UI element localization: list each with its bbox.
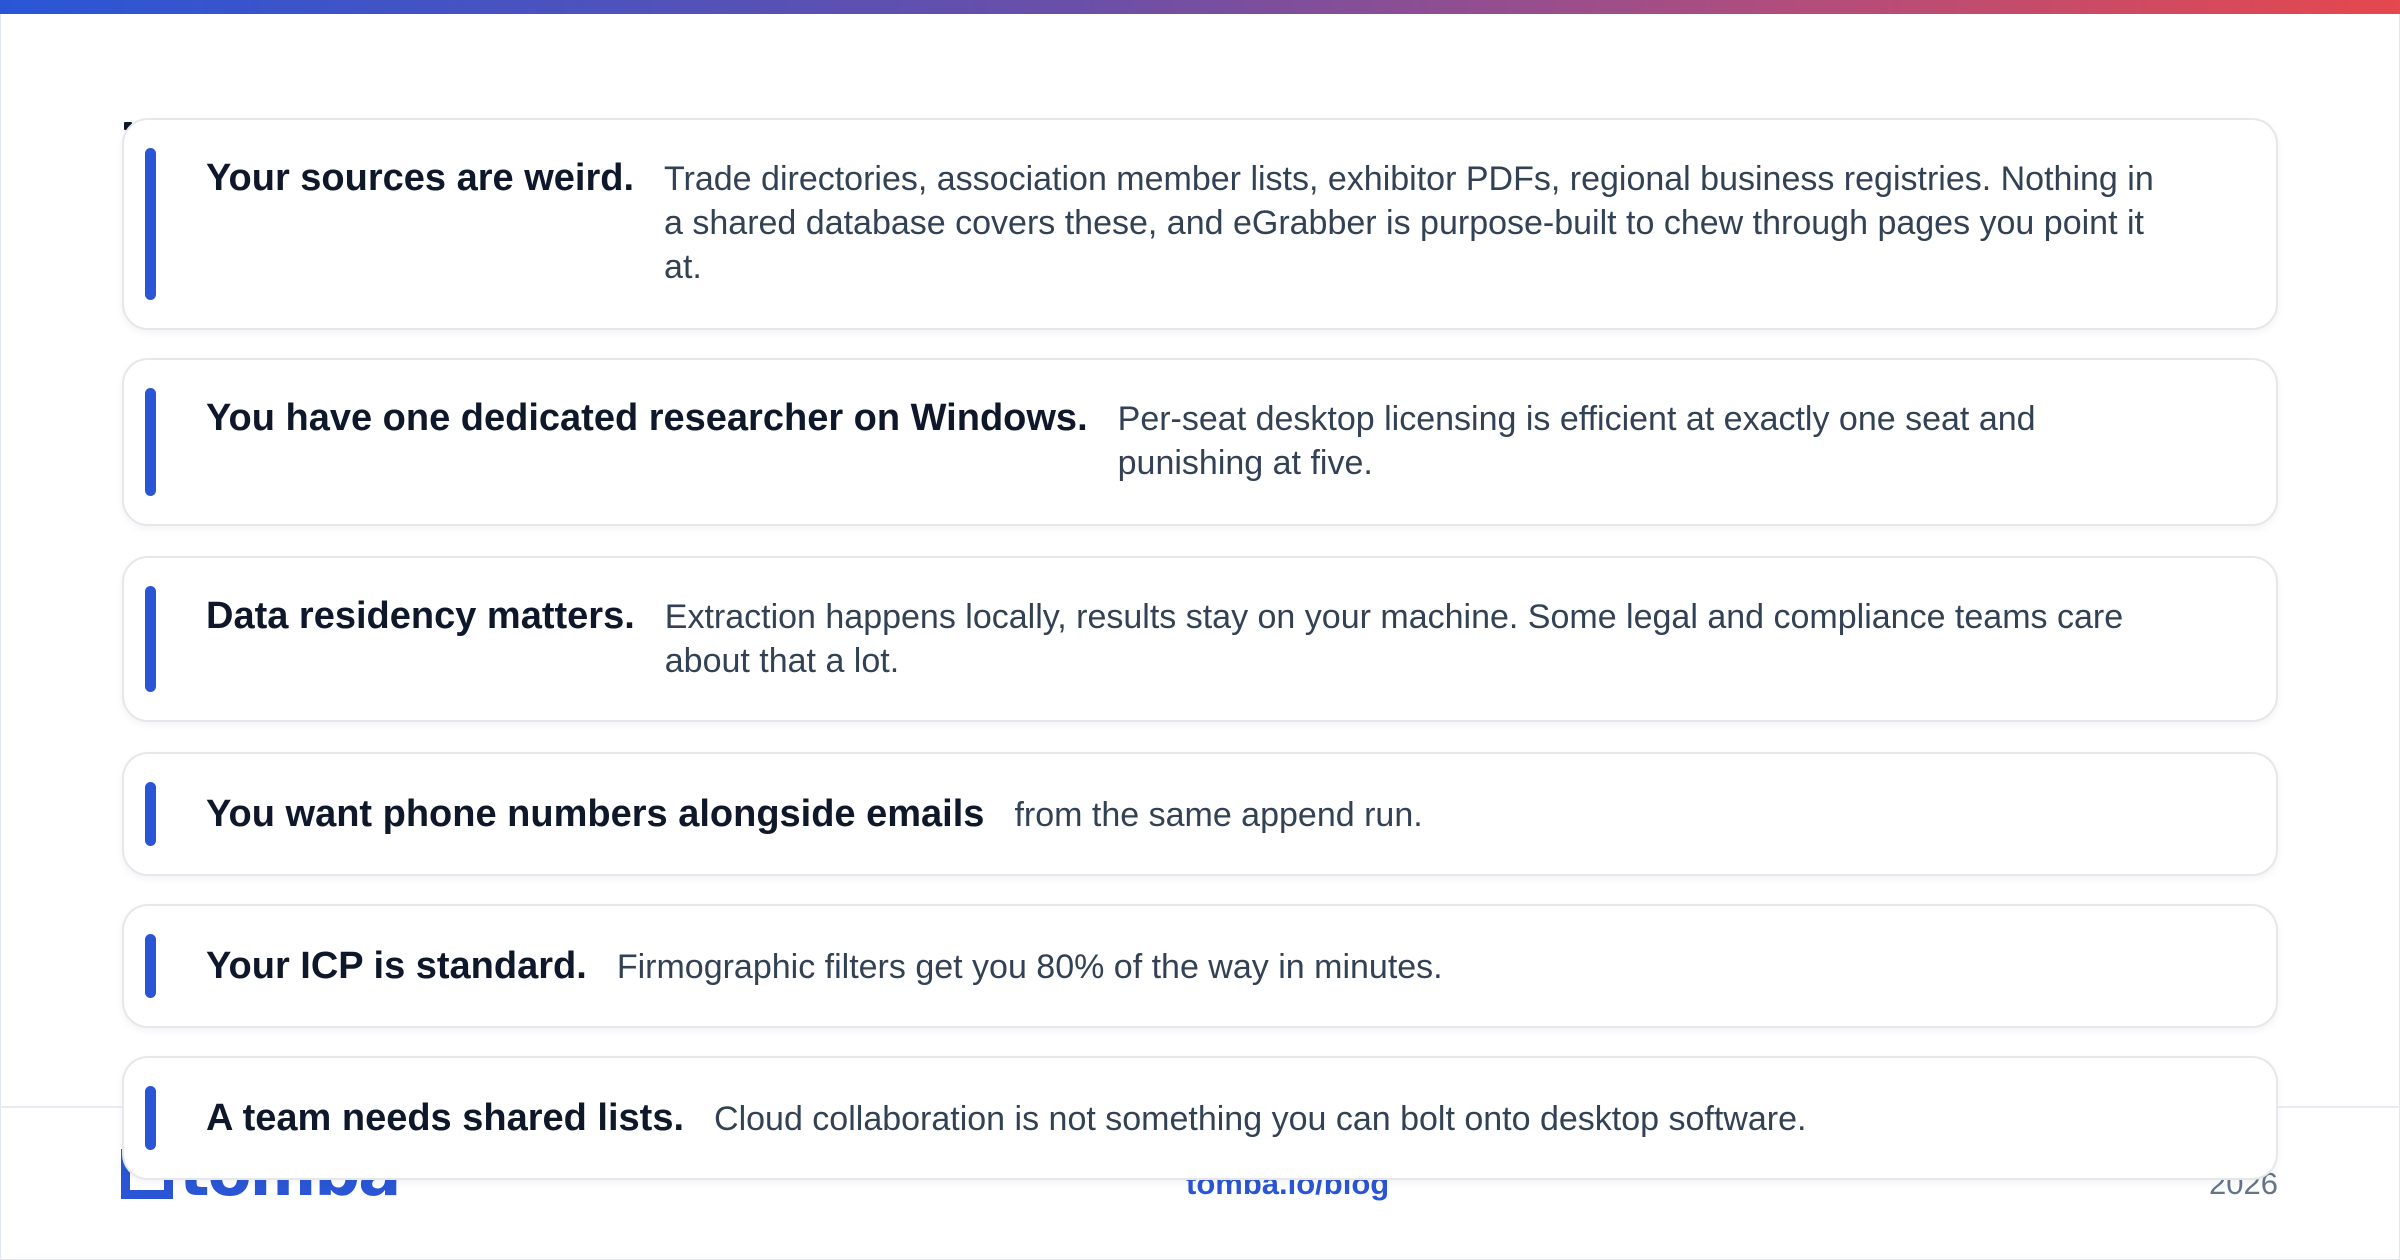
top-gradient-bar: [0, 0, 2400, 14]
card-description: Firmographic filters get you 80% of the …: [616, 948, 1443, 986]
card-title: Your sources are weird.: [206, 157, 635, 199]
card-item: Data residency matters. Extraction happe…: [122, 556, 2278, 722]
card-item: Your sources are weird. Trade directorie…: [122, 118, 2278, 330]
card-title: A team needs shared lists.: [206, 1097, 685, 1139]
card-content: You want phone numbers alongside emails …: [206, 790, 2176, 838]
card-description: Extraction happens locally, results stay…: [664, 598, 2124, 680]
card-item: A team needs shared lists. Cloud collabo…: [122, 1056, 2278, 1180]
card-content: Data residency matters. Extraction happe…: [206, 592, 2176, 683]
card-accent-bar: [145, 388, 156, 496]
frame-border-left: [0, 14, 1, 1260]
card-item: Your ICP is standard. Firmographic filte…: [122, 904, 2278, 1028]
card-title: You want phone numbers alongside emails: [206, 793, 985, 835]
card-accent-bar: [145, 1086, 156, 1150]
card-content: Your sources are weird. Trade directorie…: [206, 154, 2176, 289]
card-title: You have one dedicated researcher on Win…: [206, 397, 1088, 439]
card-accent-bar: [145, 586, 156, 692]
card-title: Your ICP is standard.: [206, 945, 587, 987]
card-description: from the same append run.: [1014, 796, 1423, 834]
card-content: You have one dedicated researcher on Win…: [206, 394, 2176, 485]
card-description: Trade directories, association member li…: [664, 160, 2154, 286]
card-accent-bar: [145, 782, 156, 846]
card-content: Your ICP is standard. Firmographic filte…: [206, 942, 2176, 990]
card-item: You have one dedicated researcher on Win…: [122, 358, 2278, 526]
card-accent-bar: [145, 934, 156, 998]
card-accent-bar: [145, 148, 156, 300]
card-title: Data residency matters.: [206, 595, 635, 637]
card-description: Per-seat desktop licensing is efficient …: [1117, 400, 2036, 482]
card-description: Cloud collaboration is not something you…: [714, 1100, 1807, 1138]
card-content: A team needs shared lists. Cloud collabo…: [206, 1094, 2176, 1142]
card-item: You want phone numbers alongside emails …: [122, 752, 2278, 876]
